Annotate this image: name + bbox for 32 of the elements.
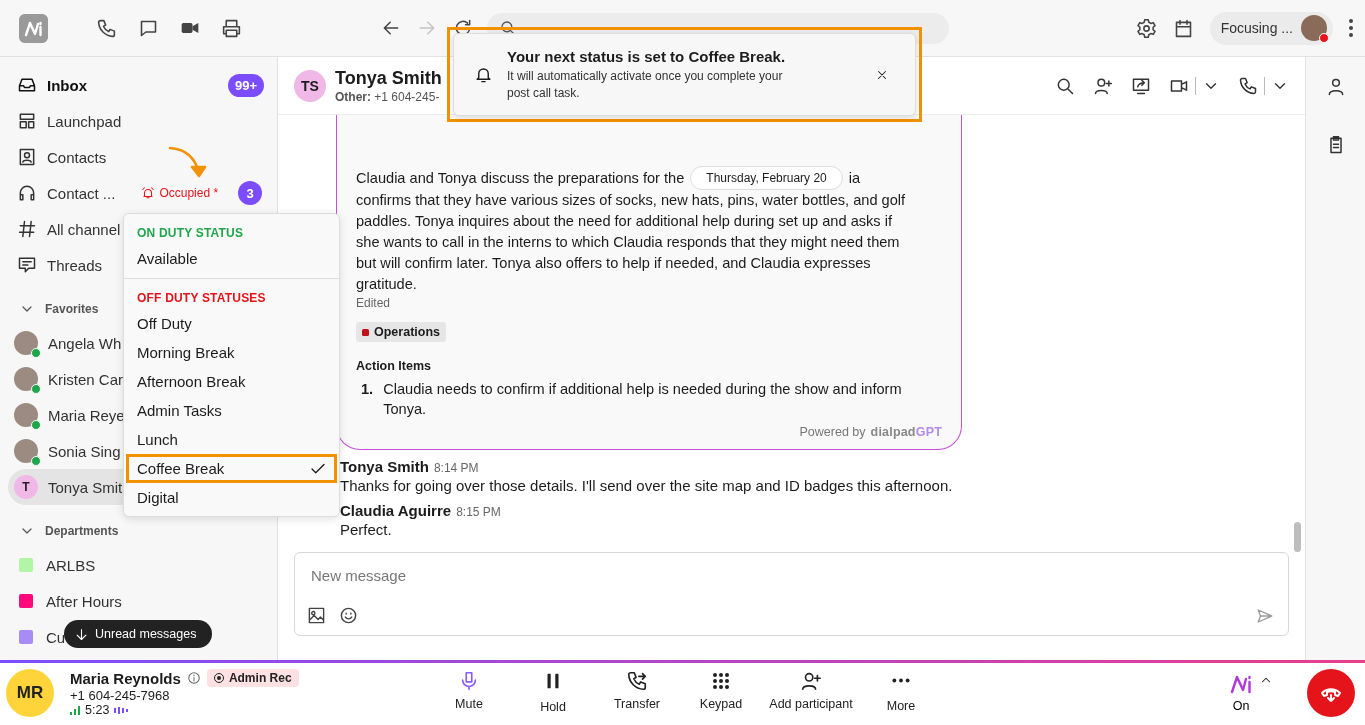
caller-phone: +1 604-245-7968 bbox=[70, 688, 171, 703]
list-number: 1. bbox=[361, 380, 374, 399]
caller-name: Maria Reynolds bbox=[70, 669, 181, 687]
powered-by-text: Powered by bbox=[799, 425, 866, 439]
message-author: Tonya Smith bbox=[340, 458, 429, 475]
summary-text: ia bbox=[848, 168, 861, 188]
toast-title: Your next status is set to Coffee Break. bbox=[507, 47, 787, 65]
call-duration: 5:23 bbox=[85, 703, 110, 717]
recording-badge: Admin Rec bbox=[206, 669, 299, 687]
avatar: T bbox=[14, 475, 38, 499]
avatar: TS bbox=[294, 69, 326, 102]
summary-text: confirms that they have various sizes of socks, new hats, pins, water bottles, and golf paddles. Tonya inquires about the need for additional help during set up and asks if she wants to call in the interns to which Claudia responds that they might need them but will confirm later. Tonya also offers to help if needed, and Claudia expresses gratitude. bbox=[356, 191, 907, 294]
action-items-heading: Action Items bbox=[356, 359, 431, 373]
count-badge: 3 bbox=[238, 181, 263, 205]
message-text: Perfect. bbox=[340, 521, 393, 538]
message-text: Thanks for going over those details. I'll send over the site map and ID badges this afternoon. bbox=[340, 477, 953, 494]
count-badge: 99+ bbox=[227, 73, 264, 97]
contact-name: Tonya Smith bbox=[335, 67, 442, 89]
summary-text: Claudia and Tonya discuss the preparations for the bbox=[356, 168, 685, 188]
date-pill: Thursday, February 20 bbox=[690, 166, 843, 190]
avatar: MR bbox=[6, 669, 54, 717]
message-time: 8:15 PM bbox=[456, 505, 501, 519]
contact-phone: Other: +1 604-245- bbox=[335, 89, 441, 104]
tag: Operations bbox=[356, 322, 446, 342]
menu-section-title: ON DUTY STATUS bbox=[136, 225, 245, 242]
edited-label: Edited bbox=[356, 296, 391, 310]
menu-section-title: OFF DUTY STATUSES bbox=[136, 290, 267, 307]
action-item-text: Claudia needs to confirm if additional help is needed during the show and inform Tonya. bbox=[383, 380, 903, 419]
message-time: 8:14 PM bbox=[433, 461, 479, 475]
toast-message: It will automatically activate once you complete your post call task. bbox=[507, 67, 784, 102]
brand-logo: dialpadGPT bbox=[870, 425, 942, 439]
message-author: Claudia Aguirre bbox=[340, 502, 452, 519]
